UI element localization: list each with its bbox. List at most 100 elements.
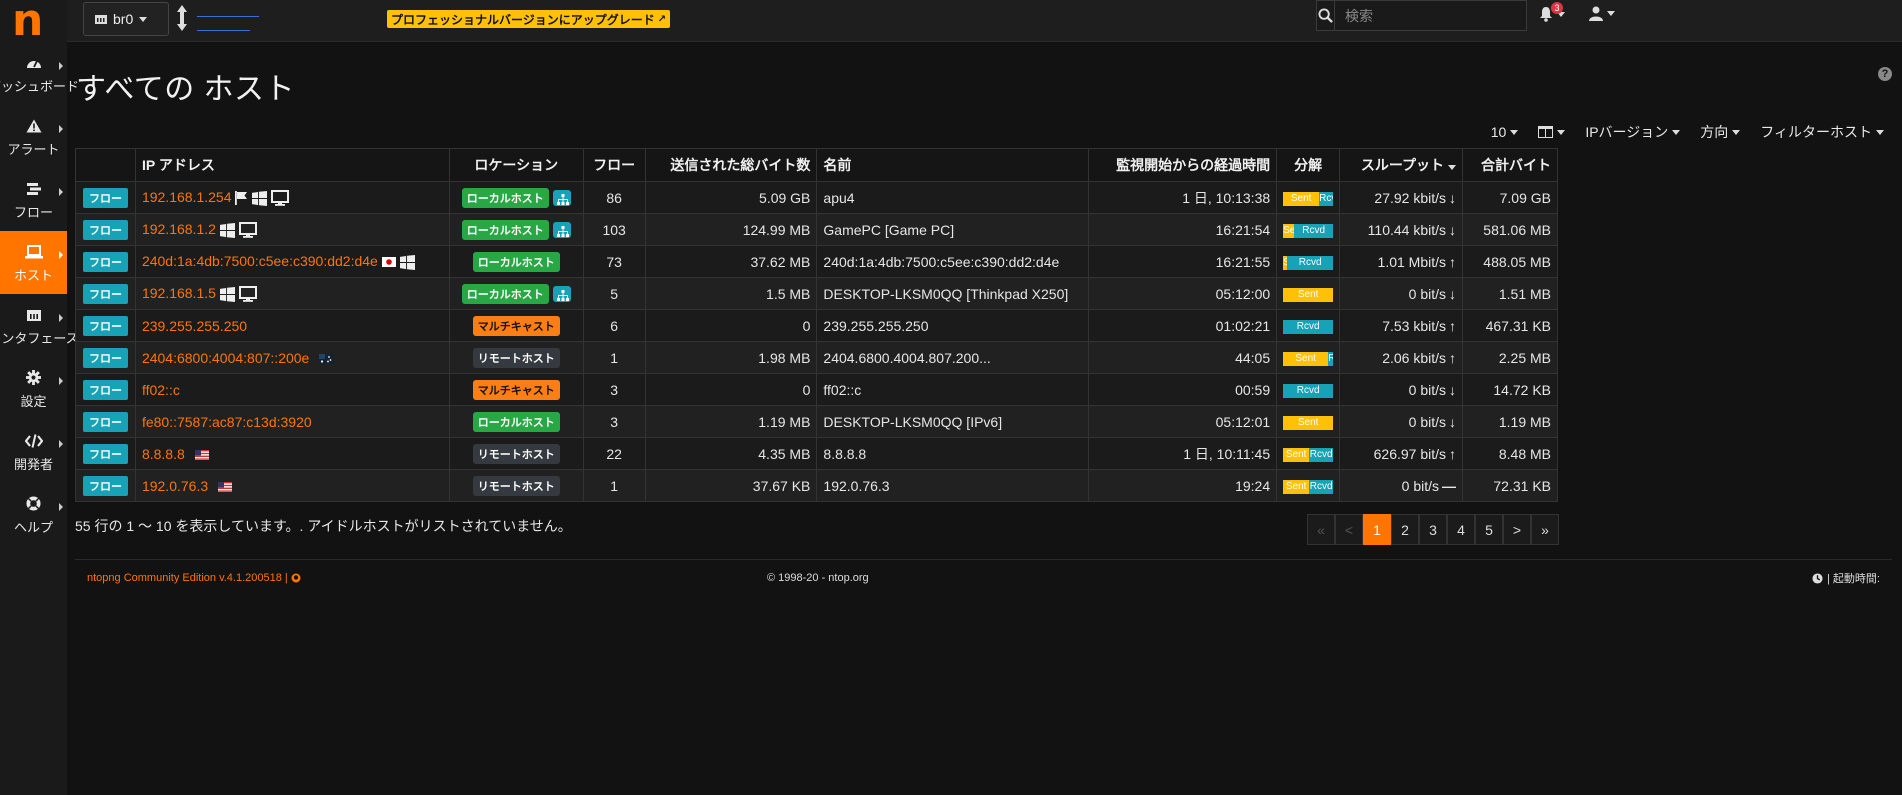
flows-button[interactable]: フロー	[82, 379, 128, 400]
table-row[interactable]: フロー 240d:1a:4db:7500:c5ee:c390:dd2:d4e ローカ…	[75, 245, 1558, 278]
chevron-down-icon	[1607, 11, 1615, 16]
ntopng-logo[interactable]: n	[0, 0, 67, 43]
flows-button[interactable]: フロー	[82, 251, 128, 272]
next-page-button[interactable]: >	[1503, 514, 1531, 545]
search-button[interactable]	[1317, 1, 1335, 30]
flows-button[interactable]: フロー	[82, 315, 128, 336]
column-header[interactable]: 送信された総バイト数	[644, 148, 818, 182]
last-page-button[interactable]: »	[1531, 514, 1559, 545]
ip-address-link[interactable]: 240d:1a:4db:7500:c5ee:c390:dd2:d4e	[142, 253, 378, 269]
table-row[interactable]: フロー fe80::7587:ac87:c13d:3920 ローカルホスト 3 1.19…	[75, 405, 1558, 438]
page-button[interactable]: 2	[1391, 514, 1419, 545]
table-row[interactable]: フロー ff02::c マルチキャスト 3 0 ff02::c 00:59 Rcvd 0 bit…	[75, 373, 1558, 406]
network-button[interactable]	[552, 285, 571, 302]
table-row[interactable]: フロー 192.168.1.254 ローカルホスト 86 5.09 GB apu4 1 日,…	[75, 181, 1558, 214]
ip-address-link[interactable]: 2404:6800:4004:807::200e	[142, 350, 309, 366]
flows-button[interactable]: フロー	[82, 219, 128, 240]
page-size-dropdown[interactable]: 10	[1491, 122, 1519, 142]
ip-address-link[interactable]: 192.168.1.254	[142, 189, 232, 205]
traffic-sparkline	[175, 3, 335, 37]
column-header[interactable]: IP アドレス	[134, 148, 450, 182]
sent-segment: Sent	[1283, 351, 1329, 366]
search-icon	[1318, 8, 1333, 23]
network-icon	[556, 225, 569, 237]
filter-hosts-dropdown[interactable]: フィルターホスト	[1760, 122, 1884, 142]
seen-since: 05:12:00	[1088, 277, 1278, 310]
total-bytes: 488.05 MB	[1462, 245, 1558, 278]
flows-cell: フロー	[75, 245, 136, 278]
flows-cell: フロー	[75, 277, 136, 310]
sidebar-item-warning[interactable]: アラート	[0, 105, 67, 168]
host-name: GamePC [Game PC]	[816, 213, 1090, 246]
traffic-breakdown-bar: SentRcvd	[1283, 447, 1334, 462]
flows-button[interactable]: フロー	[82, 347, 128, 368]
ip-address-link[interactable]: 239.255.255.250	[142, 318, 247, 334]
location-cell: ローカルホスト	[448, 245, 584, 278]
page-button[interactable]: 1	[1363, 514, 1391, 545]
page-button[interactable]: 5	[1475, 514, 1503, 545]
ip-address-link[interactable]: 192.0.76.3	[142, 478, 208, 494]
sidebar-item-gauge[interactable]: ダッシュボード	[0, 42, 79, 105]
column-header[interactable]	[75, 148, 136, 182]
sidebar-item-cog[interactable]: 設定	[0, 357, 67, 420]
flow-count: 86	[582, 181, 646, 214]
ip-cell: 192.0.76.3	[134, 469, 450, 502]
sidebar-item-lifebuoy[interactable]: ヘルプ	[0, 483, 67, 546]
throughput-cell: 0 bit/s ↓	[1339, 373, 1464, 406]
sidebar-item-ethernet[interactable]: インタフェース	[0, 294, 79, 357]
prev-page-button[interactable]: <	[1335, 514, 1363, 545]
location-cell: リモートホスト	[448, 341, 584, 374]
traffic-breakdown-bar: SentRcvd	[1283, 191, 1334, 206]
column-header[interactable]: ロケーション	[448, 148, 584, 182]
columns-dropdown[interactable]	[1538, 122, 1566, 142]
ip-version-dropdown[interactable]: IPバージョン	[1585, 122, 1681, 142]
sidebar-item-code[interactable]: 開発者	[0, 420, 67, 483]
traffic-breakdown-bar: Rcvd	[1283, 383, 1334, 398]
first-page-button[interactable]: «	[1307, 514, 1335, 545]
upgrade-link[interactable]: プロフェッショナルバージョンにアップグレード ↗	[387, 10, 671, 28]
footer-version[interactable]: ntopng Community Edition v.4.1.200518 |	[87, 572, 301, 584]
user-menu[interactable]	[1589, 6, 1615, 21]
flows-button[interactable]: フロー	[82, 187, 128, 208]
table-row[interactable]: フロー 8.8.8.8 リモートホスト 22 4.35 MB 8.8.8.8 1 日, 10…	[75, 437, 1558, 470]
flows-button[interactable]: フロー	[82, 283, 128, 304]
page-button[interactable]: 4	[1447, 514, 1475, 545]
column-header[interactable]: 合計バイト	[1462, 148, 1558, 182]
stream-icon	[26, 179, 41, 199]
ip-address-link[interactable]: 192.168.1.5	[142, 285, 216, 301]
table-row[interactable]: フロー 192.168.1.2 ローカルホスト 103 124.99 MB GamePC …	[75, 213, 1558, 246]
column-header[interactable]: 分解	[1276, 148, 1341, 182]
flows-cell: フロー	[75, 341, 136, 374]
external-link-icon: ↗	[657, 13, 667, 25]
direction-dropdown[interactable]: 方向	[1700, 122, 1741, 142]
ip-address-link[interactable]: ff02::c	[142, 382, 180, 398]
flows-button[interactable]: フロー	[82, 443, 128, 464]
search-input[interactable]	[1335, 1, 1526, 30]
flows-button[interactable]: フロー	[82, 475, 128, 496]
throughput-value: 626.97 bit/s	[1373, 445, 1447, 462]
host-icons	[219, 222, 257, 238]
table-row[interactable]: フロー 192.168.1.5 ローカルホスト 5 1.5 MB DESKTOP-LKSM…	[75, 277, 1558, 310]
ip-address-link[interactable]: fe80::7587:ac87:c13d:3920	[142, 414, 312, 430]
column-header[interactable]: 監視開始からの経過時間	[1088, 148, 1278, 182]
network-button[interactable]	[552, 221, 571, 238]
flows-cell: フロー	[75, 213, 136, 246]
throughput-value: 27.92 kbit/s	[1374, 189, 1447, 206]
column-header[interactable]: 名前	[816, 148, 1090, 182]
page-button[interactable]: 3	[1419, 514, 1447, 545]
help-icon[interactable]: ?	[1878, 67, 1892, 81]
table-row[interactable]: フロー 192.0.76.3 リモートホスト 1 37.67 KB 192.0.76.3 1…	[75, 469, 1558, 502]
ip-address-link[interactable]: 8.8.8.8	[142, 446, 185, 462]
interface-selector[interactable]: br0	[83, 2, 169, 36]
flows-button[interactable]: フロー	[82, 411, 128, 432]
table-row[interactable]: フロー 2404:6800:4004:807::200e リモートホスト 1 1.98 …	[75, 341, 1558, 374]
sidebar-item-laptop[interactable]: ホスト	[0, 231, 67, 294]
notifications-button[interactable]: 3	[1539, 2, 1565, 22]
sidebar-item-stream[interactable]: フロー	[0, 168, 67, 231]
ip-address-link[interactable]: 192.168.1.2	[142, 221, 216, 237]
sent-segment: Sent	[1283, 415, 1334, 430]
network-button[interactable]	[552, 189, 571, 206]
table-row[interactable]: フロー 239.255.255.250 マルチキャスト 6 0 239.255.255.2…	[75, 309, 1558, 342]
column-header[interactable]: スループット	[1339, 148, 1464, 182]
column-header[interactable]: フロー	[582, 148, 646, 182]
